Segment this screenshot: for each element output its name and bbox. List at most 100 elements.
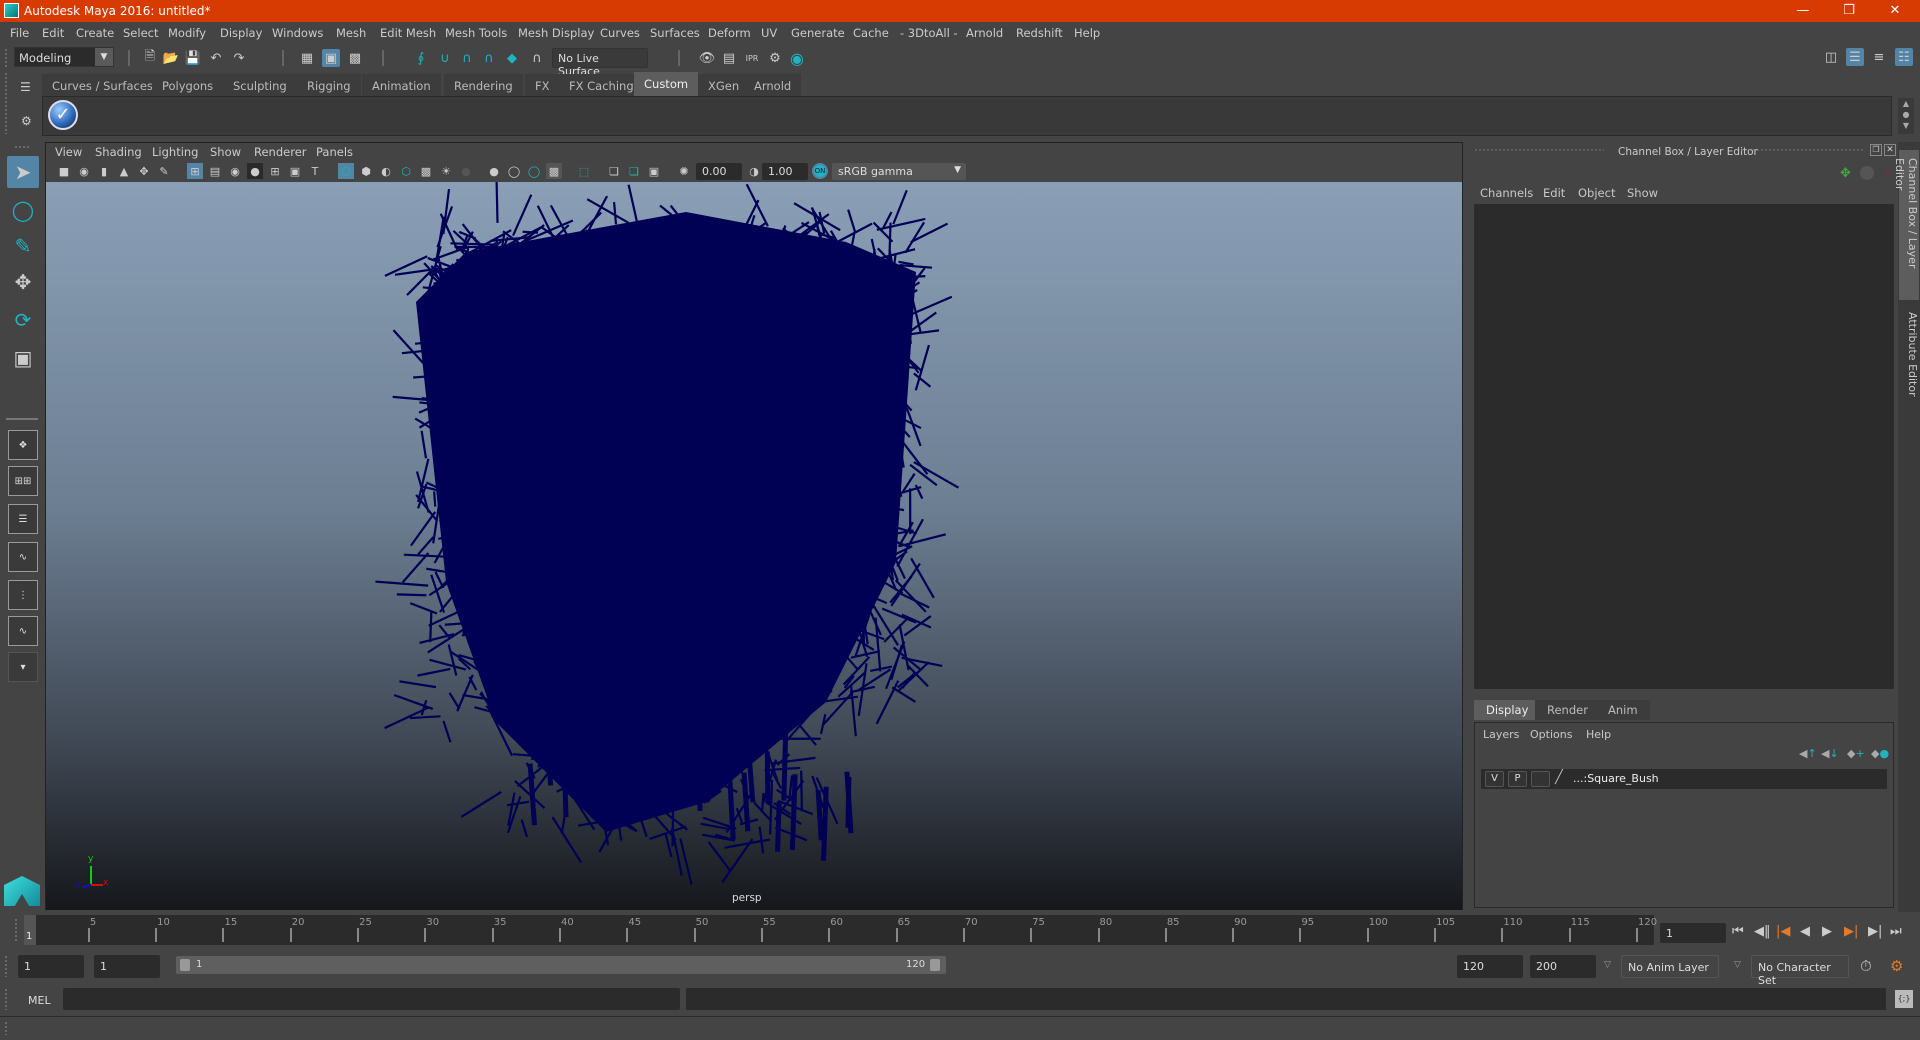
helpline-drag-handle[interactable] bbox=[4, 1021, 8, 1035]
layer-tab-render[interactable]: Render bbox=[1535, 700, 1600, 720]
snap-curve-icon[interactable]: ∪ bbox=[436, 49, 454, 67]
depth-of-field-icon[interactable]: ▩ bbox=[546, 163, 562, 179]
shelf-tab-fx-caching[interactable]: FX Caching bbox=[559, 74, 644, 96]
save-scene-icon[interactable]: 💾 bbox=[184, 49, 202, 67]
bookmark-icon[interactable]: ▮ bbox=[96, 163, 112, 179]
step-back-key-icon[interactable]: |◀ bbox=[1776, 924, 1790, 939]
attribute-editor-icon[interactable]: ☰ bbox=[1846, 48, 1864, 66]
square-bush-mesh[interactable] bbox=[46, 182, 1462, 910]
cb-menu-show[interactable]: Show bbox=[1627, 186, 1658, 200]
minimize-button[interactable]: — bbox=[1780, 0, 1826, 22]
vp-menu-shading[interactable]: Shading bbox=[95, 145, 142, 159]
safe-action-icon[interactable]: ▣ bbox=[287, 163, 303, 179]
persp-graph-layout-icon[interactable]: ∿ bbox=[8, 542, 38, 572]
layer-name[interactable]: ...:Square_Bush bbox=[1573, 772, 1659, 785]
layer-tab-display[interactable]: Display bbox=[1474, 700, 1541, 720]
range-end-handle[interactable] bbox=[930, 959, 940, 971]
menu-select[interactable]: Select bbox=[123, 26, 158, 40]
select-by-component-icon[interactable]: ▩ bbox=[346, 49, 364, 67]
film-gate-icon[interactable]: ▤ bbox=[207, 163, 223, 179]
shelf-tab-sculpting[interactable]: Sculpting bbox=[223, 74, 297, 96]
redo-icon[interactable]: ↷ bbox=[230, 49, 248, 67]
menu-mesh[interactable]: Mesh bbox=[336, 26, 366, 40]
manipulator-icon[interactable]: ✥ bbox=[1840, 166, 1851, 181]
snap-point-icon[interactable]: ∩ bbox=[458, 49, 476, 67]
cb-menu-edit[interactable]: Edit bbox=[1543, 186, 1565, 200]
shelf-settings-gear-icon[interactable]: ⚙ bbox=[21, 114, 32, 128]
play-forwards-icon[interactable]: ▶ bbox=[1822, 924, 1832, 939]
persp-outliner-graph-layout-icon[interactable]: ∿ bbox=[8, 616, 38, 646]
menu-modify[interactable]: Modify bbox=[168, 26, 206, 40]
vp-menu-view[interactable]: View bbox=[55, 145, 82, 159]
xray-joints-icon[interactable]: ❏ bbox=[626, 163, 642, 179]
grid-toggle-icon[interactable]: ⊞ bbox=[187, 163, 203, 179]
exposure-field[interactable]: 0.00 bbox=[696, 163, 742, 180]
move-tool-icon[interactable]: ✥ bbox=[7, 266, 39, 298]
animation-preferences-icon[interactable]: ⚙ bbox=[1890, 957, 1903, 975]
channel-box-content[interactable] bbox=[1474, 204, 1894, 689]
2d-pan-zoom-icon[interactable]: ✥ bbox=[136, 163, 152, 179]
playback-start-field[interactable]: 1 bbox=[94, 955, 160, 978]
gate-mask-icon[interactable]: ● bbox=[247, 163, 263, 179]
layer-display-type-toggle[interactable] bbox=[1531, 771, 1550, 787]
shelf-drag-handle[interactable] bbox=[4, 72, 8, 134]
xray-components-icon[interactable]: ▣ bbox=[646, 163, 662, 179]
camera-select-icon[interactable]: ■ bbox=[56, 163, 72, 179]
vp-menu-renderer[interactable]: Renderer bbox=[254, 145, 307, 159]
move-layer-down-icon[interactable]: ◀↓ bbox=[1821, 747, 1839, 760]
exposure-icon[interactable]: ✺ bbox=[676, 163, 692, 179]
safe-title-icon[interactable]: T bbox=[307, 163, 323, 179]
screen-space-ao-icon[interactable]: ● bbox=[486, 163, 502, 179]
auto-key-icon[interactable]: ⏱ bbox=[1860, 957, 1872, 975]
side-tab-attribute-editor[interactable]: Attribute Editor bbox=[1899, 304, 1919, 404]
play-backwards-icon[interactable]: ◀ bbox=[1800, 924, 1810, 939]
go-to-end-icon[interactable]: ⏭ bbox=[1890, 924, 1902, 939]
motion-blur-icon[interactable]: ◯ bbox=[506, 163, 522, 179]
vp-menu-show[interactable]: Show bbox=[210, 145, 241, 159]
shelf-tab-curves-surfaces[interactable]: Curves / Surfaces bbox=[42, 74, 163, 96]
slider-icon[interactable]: ↗ bbox=[1880, 166, 1891, 181]
grease-pencil-icon[interactable]: ✎ bbox=[156, 163, 172, 179]
menu-create[interactable]: Create bbox=[76, 26, 114, 40]
shelf-menu-icon[interactable]: ☰ bbox=[20, 80, 34, 94]
script-editor-icon[interactable]: {;} bbox=[1895, 990, 1913, 1008]
command-input[interactable] bbox=[63, 988, 680, 1010]
new-scene-icon[interactable]: 🗎 bbox=[141, 49, 159, 67]
range-slider[interactable]: 1 120 bbox=[176, 956, 946, 974]
menu-uv[interactable]: UV bbox=[761, 26, 777, 40]
float-panel-icon[interactable]: ❐ bbox=[1870, 144, 1882, 156]
le-menu-layers[interactable]: Layers bbox=[1483, 728, 1519, 741]
menu-mesh-tools[interactable]: Mesh Tools bbox=[445, 26, 507, 40]
command-language-toggle[interactable]: MEL bbox=[28, 994, 51, 1007]
shelf-tab-fx[interactable]: FX bbox=[525, 74, 560, 96]
vp-menu-lighting[interactable]: Lighting bbox=[152, 145, 198, 159]
render-frame-icon[interactable]: ▤ bbox=[720, 49, 738, 67]
cb-menu-channels[interactable]: Channels bbox=[1480, 186, 1533, 200]
layer-row[interactable]: V P ╱ ...:Square_Bush bbox=[1481, 769, 1887, 789]
tool-settings-icon[interactable]: ≡ bbox=[1870, 48, 1888, 66]
gamma-icon[interactable]: ◑ bbox=[746, 163, 762, 179]
range-start-handle[interactable] bbox=[180, 959, 190, 971]
menu-edit-mesh[interactable]: Edit Mesh bbox=[380, 26, 436, 40]
resolution-gate-icon[interactable]: ◉ bbox=[227, 163, 243, 179]
modeling-toolkit-icon[interactable]: ◫ bbox=[1822, 48, 1840, 66]
le-menu-options[interactable]: Options bbox=[1530, 728, 1572, 741]
live-surface-field[interactable]: No Live Surface bbox=[552, 48, 648, 78]
new-layer-selected-icon[interactable]: ◆● bbox=[1871, 747, 1889, 760]
shelf-tab-rendering[interactable]: Rendering bbox=[444, 74, 523, 96]
shelf-tab-custom[interactable]: Custom bbox=[634, 72, 699, 96]
command-drag-handle[interactable] bbox=[4, 988, 8, 1010]
use-all-lights-icon[interactable]: ☀ bbox=[438, 163, 454, 179]
layer-playback-toggle[interactable]: P bbox=[1508, 771, 1527, 787]
layer-visibility-toggle[interactable]: V bbox=[1485, 771, 1504, 787]
drag-handle[interactable] bbox=[4, 48, 8, 68]
character-set-field[interactable]: No Character Set bbox=[1751, 955, 1849, 987]
go-to-start-icon[interactable]: ⏮ bbox=[1732, 924, 1744, 939]
menu-file[interactable]: File bbox=[10, 26, 29, 40]
more-layouts-icon[interactable]: ▾ bbox=[8, 652, 38, 682]
xray-icon[interactable]: ❏ bbox=[606, 163, 622, 179]
animation-end-field[interactable]: 200 bbox=[1530, 955, 1596, 978]
step-forward-frame-icon[interactable]: ▶| bbox=[1868, 924, 1882, 939]
shelf-scroll-control[interactable]: ▲ ● ▼ bbox=[1898, 98, 1914, 134]
drag-handle[interactable] bbox=[1740, 149, 1865, 151]
